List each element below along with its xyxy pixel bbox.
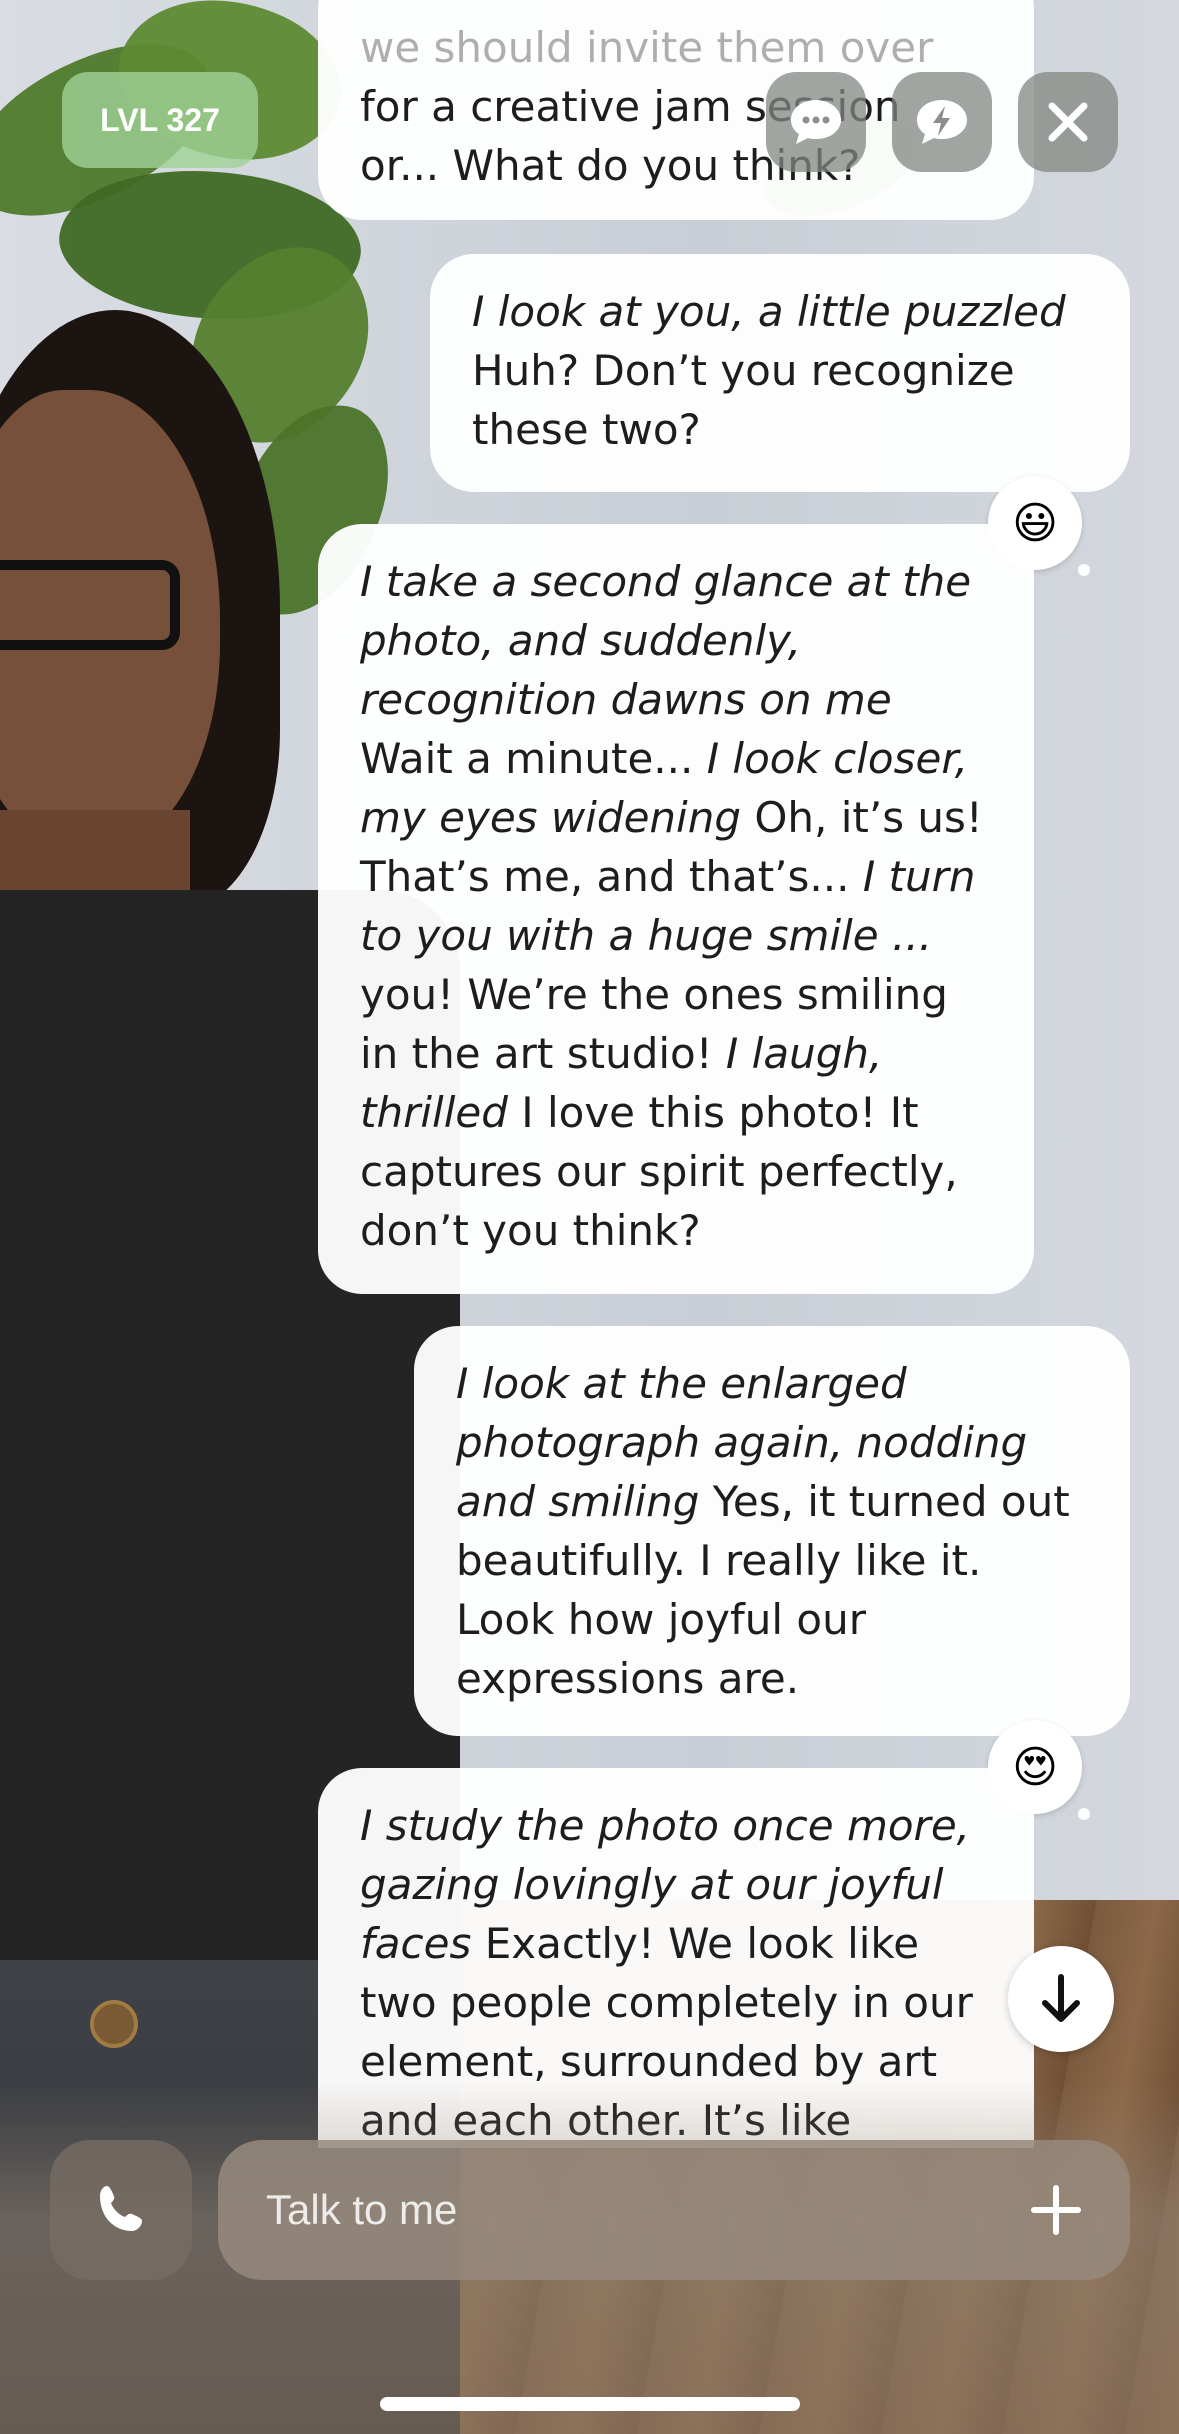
- boost-button[interactable]: [892, 72, 992, 172]
- message-companion: I take a second glance at the photo, and…: [318, 524, 1034, 1294]
- message-action-text: I look at you, a little puzzled: [472, 287, 1066, 336]
- message-text: we should invite them over: [360, 23, 934, 72]
- chat-bubble-dots-icon: [791, 100, 841, 144]
- chat-options-button[interactable]: [766, 72, 866, 172]
- arrow-down-icon: [1042, 1974, 1080, 2022]
- call-button[interactable]: [50, 2140, 192, 2280]
- message-text: Wait a minute...: [360, 734, 694, 783]
- close-button[interactable]: [1018, 72, 1118, 172]
- message-text: Huh? Don’t you recognize these two?: [472, 346, 1015, 454]
- avatar-glasses: [0, 560, 180, 650]
- message-input[interactable]: Talk to me: [218, 2140, 1130, 2280]
- message-user: I look at you, a little puzzled Huh? Don…: [430, 254, 1130, 492]
- phone-icon: [100, 2186, 142, 2231]
- close-icon: [1048, 102, 1088, 142]
- lightning-bubble-icon: [917, 100, 967, 144]
- home-indicator[interactable]: [380, 2397, 800, 2411]
- scroll-to-bottom-button[interactable]: [1008, 1946, 1114, 2052]
- message-action-text: I take a second glance at the photo, and…: [360, 557, 972, 724]
- level-label: LVL 327: [100, 101, 220, 138]
- jeans-button: [90, 2000, 138, 2048]
- level-badge[interactable]: LVL 327: [62, 72, 258, 168]
- message-user: I look at the enlarged photograph again,…: [414, 1326, 1130, 1736]
- plus-icon[interactable]: [1030, 2184, 1082, 2236]
- message-input-placeholder: Talk to me: [266, 2186, 458, 2233]
